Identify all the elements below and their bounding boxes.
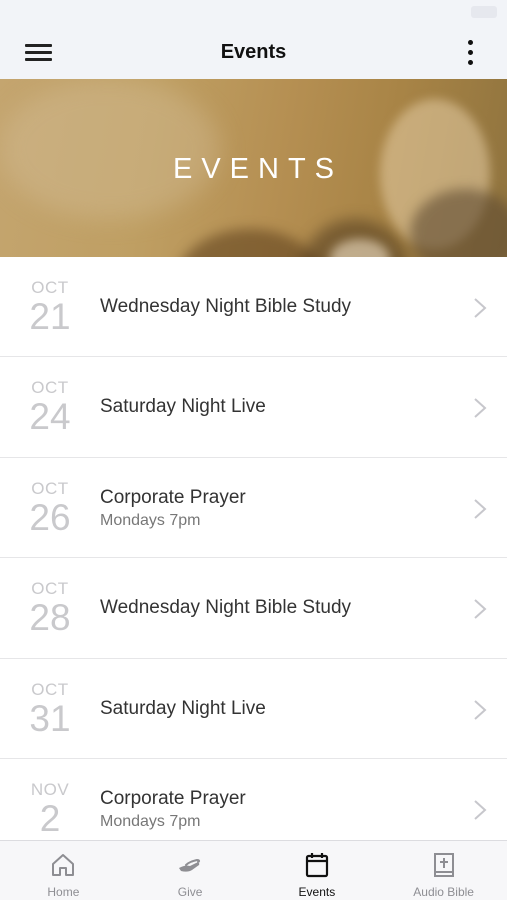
chevron-right-icon (474, 298, 487, 318)
event-subtitle: Mondays 7pm (100, 812, 201, 830)
event-name: Corporate Prayer (100, 486, 246, 508)
tab-give[interactable]: Give (127, 841, 254, 900)
bible-icon (433, 853, 454, 877)
event-row[interactable]: OCT 31 Saturday Night Live (0, 658, 507, 759)
event-name: Wednesday Night Bible Study (100, 296, 352, 317)
event-row[interactable]: OCT 24 Saturday Night Live (0, 357, 507, 458)
event-name: Saturday Night Live (100, 697, 266, 719)
event-name: Wednesday Night Bible Study (100, 597, 352, 619)
event-day: 28 (29, 597, 71, 639)
event-month: OCT (31, 579, 69, 599)
event-day: 2 (39, 797, 61, 839)
event-row[interactable]: OCT 26 Corporate Prayer Mondays 7pm (0, 457, 507, 559)
chevron-right-icon (474, 499, 487, 519)
hamburger-menu-icon[interactable] (22, 38, 56, 66)
give-icon (179, 858, 201, 872)
event-subtitle: Mondays 7pm (100, 511, 201, 529)
chevron-right-icon (474, 699, 487, 720)
tab-label-audio-bible: Audio Bible (413, 885, 474, 899)
event-name: Corporate Prayer (100, 787, 246, 809)
battery-icon (471, 6, 497, 18)
event-day: 21 (29, 296, 71, 337)
event-month: OCT (31, 478, 69, 498)
event-name: Saturday Night Live (100, 396, 266, 418)
event-day: 24 (29, 396, 71, 438)
event-month: OCT (31, 278, 69, 297)
event-row[interactable]: OCT 28 Wednesday Night Bible Study (0, 558, 507, 659)
events-list: OCT 21 Wednesday Night Bible Study OCT 2… (0, 257, 507, 840)
hero-title: EVENTS (172, 153, 344, 185)
event-month: OCT (31, 679, 69, 699)
tab-label-events: Events (298, 885, 336, 899)
status-bar (0, 0, 507, 24)
calendar-icon (305, 853, 328, 878)
event-row[interactable]: NOV 2 Corporate Prayer Mondays 7pm (0, 758, 507, 840)
tab-home[interactable]: Home (0, 841, 127, 900)
hero-banner: EVENTS (0, 79, 507, 257)
event-day: 26 (29, 496, 71, 538)
event-month: OCT (31, 378, 69, 398)
tab-label-give: Give (177, 885, 203, 899)
page-title: Events (220, 41, 287, 63)
tab-events[interactable]: Events (254, 841, 381, 900)
nav-bar: Events (0, 24, 507, 79)
event-day: 31 (29, 697, 71, 739)
event-month: NOV (30, 779, 70, 799)
chevron-right-icon (474, 599, 487, 619)
more-options-icon[interactable] (459, 38, 483, 68)
home-icon (52, 854, 75, 876)
event-row[interactable]: OCT 21 Wednesday Night Bible Study (0, 257, 507, 358)
tab-bar: Home Give Events Audio Bible (0, 840, 507, 900)
tab-audio-bible[interactable]: Audio Bible (380, 841, 507, 900)
tab-label-home: Home (47, 885, 80, 899)
chevron-right-icon (474, 398, 487, 419)
chevron-right-icon (474, 800, 487, 820)
